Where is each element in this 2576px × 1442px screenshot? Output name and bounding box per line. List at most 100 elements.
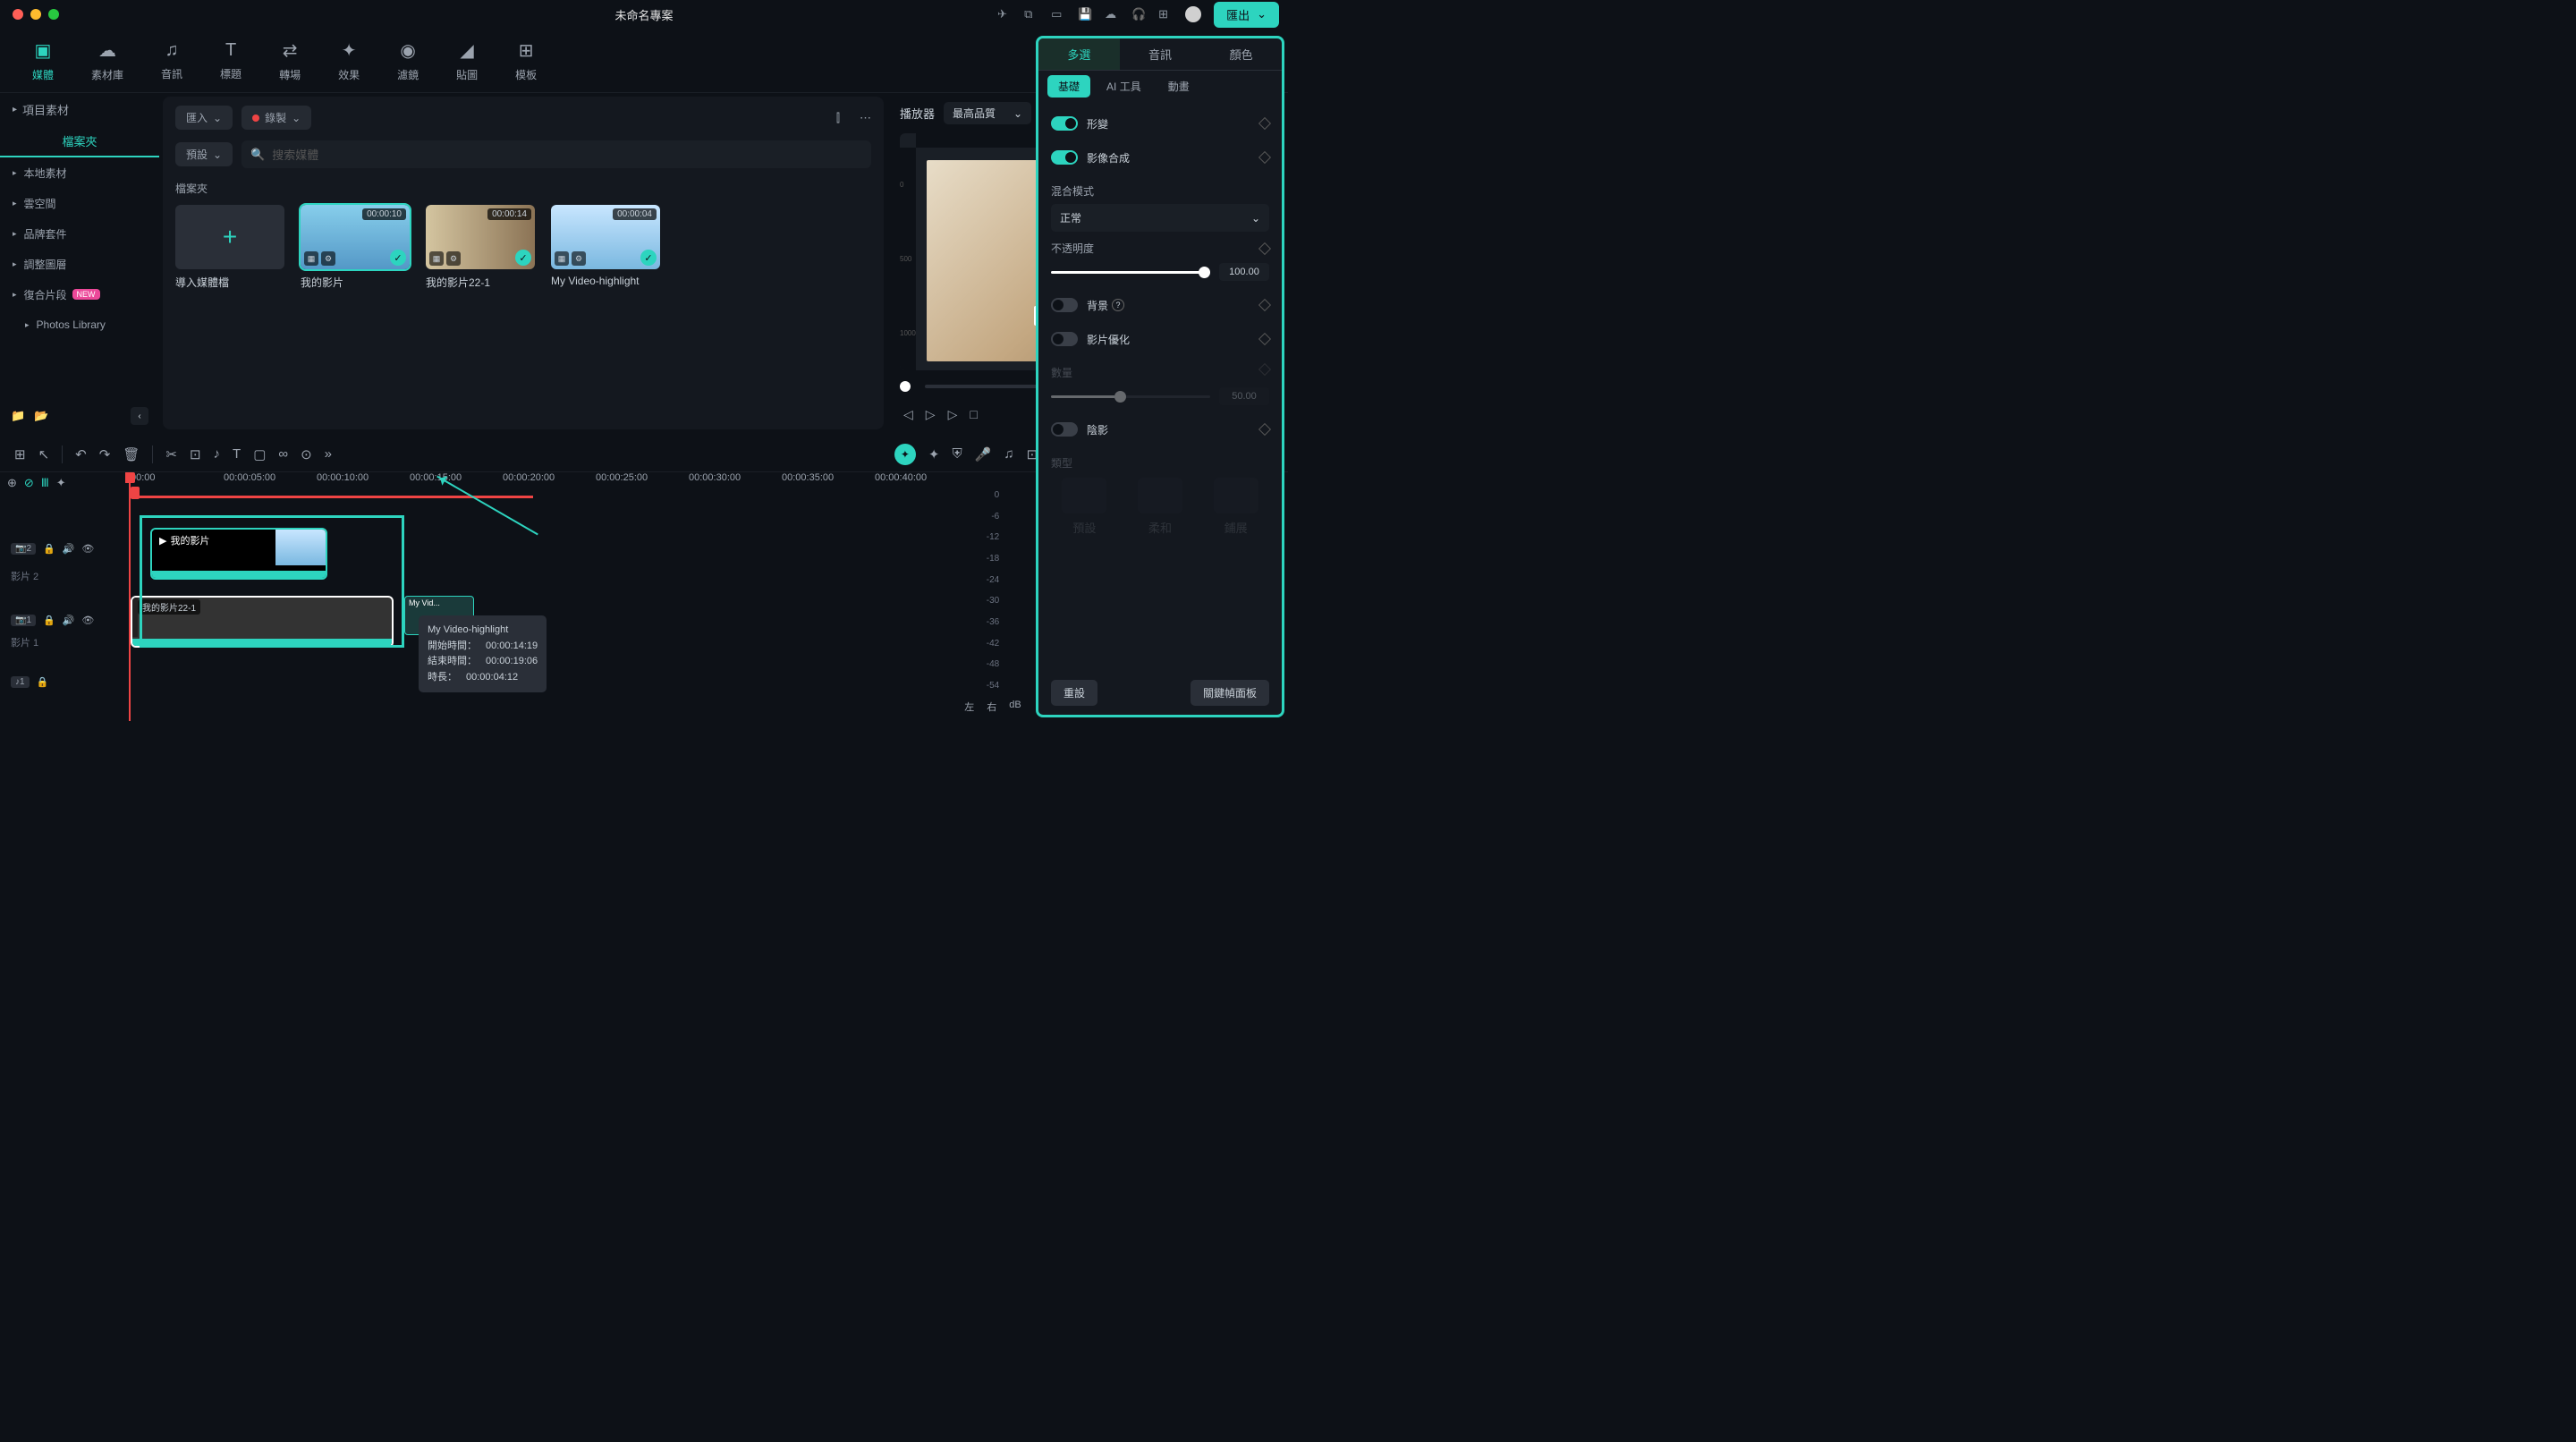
seek-handle[interactable] — [900, 381, 911, 392]
text-tool-button[interactable]: T — [233, 446, 241, 462]
subtab-basic[interactable]: 基礎 — [1047, 75, 1090, 98]
redo-button[interactable]: ↷ — [99, 446, 111, 462]
delete-button[interactable]: 🗑 — [123, 446, 140, 462]
lock-icon[interactable]: 🔒 — [43, 543, 55, 555]
preset-dropdown[interactable]: 預設⌄ — [175, 142, 233, 166]
nav-stickers[interactable]: ◢貼圖 — [456, 39, 478, 82]
nav-filters[interactable]: ◉濾鏡 — [397, 39, 419, 82]
mic-icon[interactable]: 🎤 — [975, 446, 992, 462]
shape-button[interactable]: ▢ — [253, 446, 266, 462]
nav-audio[interactable]: ♫音訊 — [161, 40, 182, 81]
subtab-ai[interactable]: AI 工具 — [1096, 75, 1152, 98]
optimize-toggle[interactable] — [1051, 332, 1078, 346]
keyframe-icon[interactable] — [1258, 151, 1271, 164]
track-header-audio1[interactable]: ♪1 🔒 — [0, 667, 125, 696]
maximize-icon[interactable] — [48, 9, 59, 20]
add-track-icon[interactable]: ⊕ — [7, 476, 17, 490]
more-tools-button[interactable]: » — [325, 446, 332, 462]
media-clip[interactable]: 00:00:14▦⚙✓ 我的影片22-1 — [426, 205, 535, 290]
shield-icon[interactable]: ⛨ — [952, 446, 962, 462]
collapse-sidebar-button[interactable]: ‹ — [131, 407, 148, 425]
play-all-button[interactable]: ▷ — [948, 407, 958, 422]
lock-icon[interactable]: 🔒 — [43, 615, 55, 626]
media-clip[interactable]: 00:00:10▦⚙✓ 我的影片 — [301, 205, 410, 290]
prev-frame-button[interactable]: ◁ — [903, 407, 913, 422]
quality-dropdown[interactable]: 最高品質⌄ — [944, 102, 1031, 124]
keyframe-icon[interactable] — [1258, 242, 1271, 254]
keyframe-icon[interactable] — [1258, 299, 1271, 311]
playhead[interactable] — [129, 472, 131, 721]
more-icon[interactable]: ⋯ — [860, 111, 871, 125]
select-icon[interactable]: ↖ — [38, 446, 50, 462]
sidebar-item-local[interactable]: 本地素材 — [0, 157, 159, 188]
sidebar-item-brand[interactable]: 品牌套件 — [0, 218, 159, 249]
opacity-value[interactable]: 100.00 — [1219, 263, 1269, 281]
timeline-clip[interactable]: 我的影片22-1 — [131, 596, 394, 648]
play-button[interactable]: ▷ — [926, 407, 936, 422]
apps-icon[interactable]: ⊞ — [1158, 7, 1173, 21]
transform-toggle[interactable] — [1051, 116, 1078, 131]
music-add-icon[interactable]: ♫ — [1004, 446, 1013, 462]
link-icon[interactable]: ∞ — [278, 446, 288, 462]
speed-button[interactable]: ⊙ — [301, 446, 312, 462]
cut-button[interactable]: ✂ — [165, 446, 177, 462]
search-input[interactable]: 🔍搜索媒體 — [242, 140, 871, 168]
sparkle-icon[interactable]: ✦ — [928, 446, 940, 462]
folder-icon[interactable]: 📂 — [34, 409, 48, 423]
save-icon[interactable]: 💾 — [1078, 7, 1092, 21]
tab-audio[interactable]: 音訊 — [1120, 38, 1201, 70]
send-icon[interactable]: ✈ — [997, 7, 1012, 21]
undo-button[interactable]: ↶ — [75, 446, 87, 462]
tab-color[interactable]: 顏色 — [1200, 38, 1282, 70]
user-avatar[interactable] — [1185, 6, 1201, 22]
filter-icon[interactable]: ⫿ — [836, 111, 840, 125]
new-folder-icon[interactable]: 📁 — [11, 409, 25, 423]
nav-stock[interactable]: ☁素材庫 — [91, 39, 123, 82]
subtab-animation[interactable]: 動畫 — [1157, 75, 1200, 98]
headphones-icon[interactable]: 🎧 — [1131, 7, 1146, 21]
composite-toggle[interactable] — [1051, 150, 1078, 165]
keyframe-icon[interactable] — [1258, 423, 1271, 436]
lock-icon[interactable]: 🔒 — [37, 676, 49, 688]
mute-icon[interactable]: 🔊 — [63, 615, 75, 626]
help-icon[interactable]: ? — [1112, 299, 1124, 311]
record-dropdown[interactable]: 錄製⌄ — [242, 106, 311, 130]
sidebar-item-compound[interactable]: 復合片段NEW — [0, 279, 159, 310]
visibility-icon[interactable]: 👁 — [81, 543, 94, 555]
sidebar-tab-folders[interactable]: 檔案夾 — [0, 125, 159, 157]
import-tile[interactable]: + 導入媒體檔 — [175, 205, 284, 290]
shadow-toggle[interactable] — [1051, 422, 1078, 437]
reset-button[interactable]: 重設 — [1051, 680, 1097, 706]
export-button[interactable]: 匯出⌄ — [1214, 2, 1279, 28]
crop-button[interactable]: ⊡ — [190, 446, 201, 462]
minimize-icon[interactable] — [30, 9, 41, 20]
tab-multiselect[interactable]: 多選 — [1038, 38, 1120, 70]
keyframe-icon[interactable] — [1258, 333, 1271, 345]
nav-titles[interactable]: T標題 — [220, 40, 242, 81]
keyframe-icon[interactable] — [1258, 117, 1271, 130]
blend-mode-dropdown[interactable]: 正常 — [1051, 204, 1269, 232]
monitor-icon[interactable]: ▭ — [1051, 7, 1065, 21]
snap-icon[interactable]: ✦ — [56, 476, 66, 490]
magnet-icon[interactable]: Ⅲ — [41, 476, 49, 490]
visibility-icon[interactable]: 👁 — [81, 615, 94, 626]
window-controls[interactable] — [0, 9, 59, 20]
music-icon[interactable]: ♪ — [214, 446, 221, 462]
background-toggle[interactable] — [1051, 298, 1078, 312]
mute-icon[interactable]: 🔊 — [63, 543, 75, 555]
nav-media[interactable]: ▣媒體 — [32, 39, 54, 82]
close-icon[interactable] — [13, 9, 23, 20]
nav-effects[interactable]: ✦效果 — [338, 39, 360, 82]
stop-button[interactable]: □ — [970, 407, 977, 421]
sidebar-item-photos[interactable]: Photos Library — [0, 310, 159, 340]
templates-icon[interactable]: ⊞ — [14, 446, 26, 462]
import-dropdown[interactable]: 匯入⌄ — [175, 106, 233, 130]
sidebar-header[interactable]: 項目素材 — [0, 93, 159, 125]
keyframe-panel-button[interactable]: 關鍵幀面板 — [1191, 680, 1269, 706]
nav-templates[interactable]: ⊞模板 — [515, 39, 537, 82]
layers-icon[interactable]: ⧉ — [1024, 7, 1038, 21]
sidebar-item-adjust[interactable]: 調整圖層 — [0, 249, 159, 279]
cloud-icon[interactable]: ☁ — [1105, 7, 1119, 21]
sidebar-item-cloud[interactable]: 雲空間 — [0, 188, 159, 218]
ai-button[interactable]: ✦ — [894, 444, 916, 465]
